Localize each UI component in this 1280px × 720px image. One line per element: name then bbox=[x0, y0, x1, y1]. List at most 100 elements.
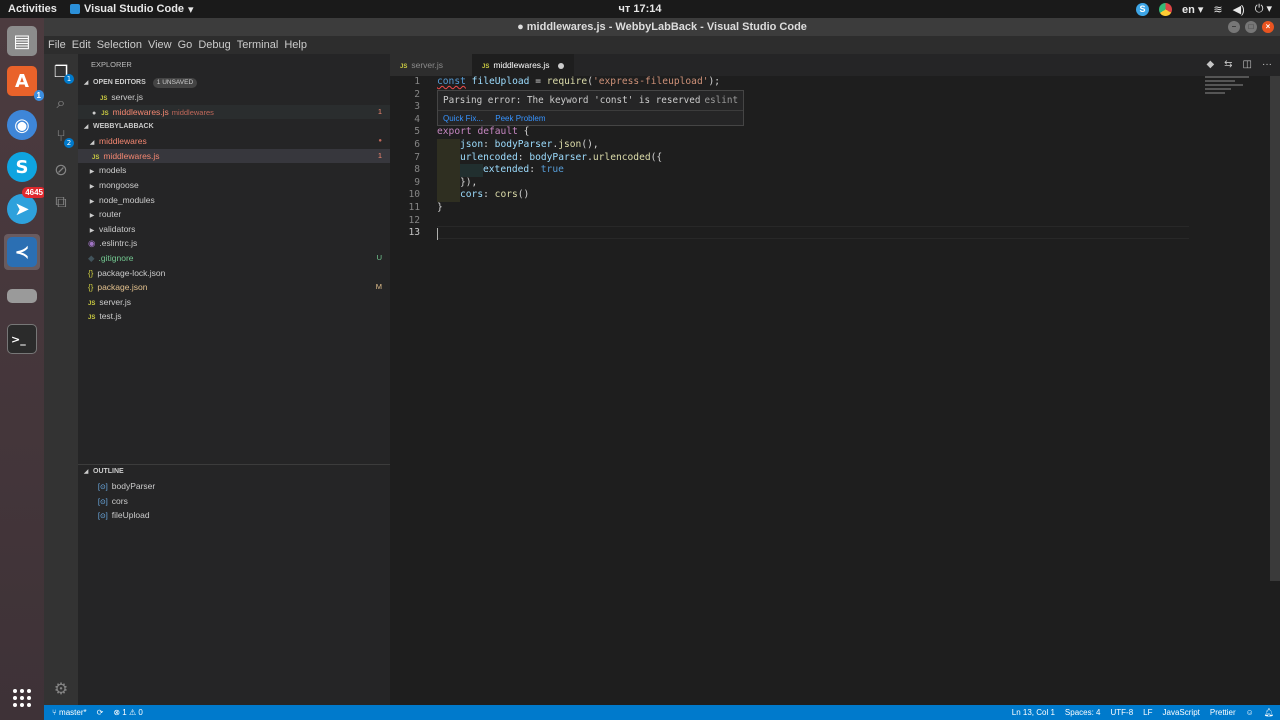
compare-icon[interactable]: ⇆ bbox=[1224, 59, 1232, 70]
hover-actions: Quick Fix... Peek Problem bbox=[438, 110, 743, 126]
menu-terminal[interactable]: Terminal bbox=[237, 39, 279, 51]
search-icon[interactable]: ⌕ bbox=[50, 92, 72, 114]
tree-file-eslintrc[interactable]: ◉ .eslintrc.js bbox=[78, 236, 390, 251]
source-control-icon[interactable]: ⑂ 2 bbox=[50, 124, 74, 148]
punctuation: }), bbox=[460, 176, 478, 188]
launcher-chromium[interactable]: ◉ bbox=[4, 107, 40, 143]
open-editors-header[interactable]: ◢ OPEN EDITORS 1 UNSAVED bbox=[78, 76, 390, 90]
launcher-terminal[interactable]: >_ bbox=[4, 321, 40, 357]
line-number: 2 bbox=[414, 88, 420, 100]
current-line-highlight bbox=[437, 226, 1189, 239]
project-header[interactable]: ◢ WEBBYLABBACK bbox=[78, 120, 390, 134]
menu-file[interactable]: File bbox=[48, 39, 66, 51]
cursor-position[interactable]: Ln 13, Col 1 bbox=[1012, 708, 1055, 717]
clock[interactable]: чт 17:14 bbox=[619, 3, 662, 15]
keyboard-language[interactable]: en ▾ bbox=[1182, 3, 1203, 16]
app-menu[interactable]: Visual Studio Code ▾ bbox=[70, 3, 194, 16]
settings-gear-icon[interactable]: ⚙ bbox=[50, 677, 72, 699]
tree-folder-mongoose[interactable]: ▶ mongoose bbox=[78, 178, 390, 193]
close-button[interactable]: × bbox=[1262, 21, 1274, 33]
volume-icon[interactable]: ◀) bbox=[1233, 3, 1245, 16]
punctuation: ); bbox=[708, 76, 721, 87]
skype-tray-icon[interactable]: S bbox=[1135, 2, 1149, 16]
menu-selection[interactable]: Selection bbox=[97, 39, 142, 51]
tree-file-server-js[interactable]: JS server.js bbox=[78, 295, 390, 310]
tree-folder-models[interactable]: ▶ models bbox=[78, 163, 390, 178]
error-source: eslint bbox=[704, 95, 739, 106]
tree-file-package-json[interactable]: {} package.json M bbox=[78, 280, 390, 295]
open-changes-icon[interactable]: ◆ bbox=[1206, 59, 1214, 70]
explorer-icon[interactable]: ❐ 1 bbox=[50, 60, 74, 84]
tree-folder-validators[interactable]: ▶ validators bbox=[78, 222, 390, 237]
notifications-icon[interactable]: 🔔︎ bbox=[1264, 708, 1274, 717]
wifi-icon[interactable]: ≋ bbox=[1213, 3, 1222, 16]
outline-header[interactable]: ◢ OUTLINE bbox=[78, 465, 390, 479]
tree-file-package-lock[interactable]: {} package-lock.json bbox=[78, 266, 390, 281]
menu-help[interactable]: Help bbox=[284, 39, 307, 51]
js-file-icon: JS bbox=[92, 154, 100, 161]
indent-guide bbox=[437, 151, 460, 165]
launcher-telegram[interactable]: ➤ 4645 bbox=[4, 187, 46, 227]
end-of-line[interactable]: LF bbox=[1143, 708, 1152, 717]
tree-file-test-js[interactable]: JS test.js bbox=[78, 309, 390, 324]
menu-debug[interactable]: Debug bbox=[198, 39, 230, 51]
tree-file-gitignore[interactable]: ◆ .gitignore U bbox=[78, 251, 390, 266]
launcher-keyboard[interactable] bbox=[4, 278, 40, 314]
language-mode[interactable]: JavaScript bbox=[1163, 708, 1200, 717]
telegram-icon: ➤ bbox=[7, 194, 37, 224]
problems-status[interactable]: ⊗ 1 ⚠ 0 bbox=[113, 708, 142, 717]
menu-bar: File Edit Selection View Go Debug Termin… bbox=[44, 36, 1280, 54]
formatter-status[interactable]: Prettier bbox=[1210, 708, 1236, 717]
encoding[interactable]: UTF-8 bbox=[1111, 708, 1134, 717]
outline-item[interactable]: [⊙] fileUpload bbox=[78, 508, 390, 523]
maximize-button[interactable]: □ bbox=[1245, 21, 1257, 33]
outline-item[interactable]: [⊙] cors bbox=[78, 494, 390, 509]
property: extended bbox=[483, 164, 530, 176]
chrome-tray-icon[interactable] bbox=[1158, 2, 1172, 16]
modified-badge: M bbox=[375, 282, 382, 292]
code-editor[interactable]: 1 2 3 4 5 6 7 8 9 10 11 12 13 const file… bbox=[390, 76, 1280, 705]
outline-item[interactable]: [⊙] bodyParser bbox=[78, 479, 390, 494]
open-editor-item[interactable]: ● JS middlewares.js middlewares 1 bbox=[78, 104, 390, 120]
launcher-files[interactable]: ▤ bbox=[4, 23, 40, 59]
eslint-file-icon: ◉ bbox=[88, 238, 96, 249]
more-actions-icon[interactable]: ··· bbox=[1262, 59, 1272, 70]
debug-icon[interactable]: ⊘ bbox=[50, 158, 72, 180]
sync-icon[interactable]: ⟳ bbox=[97, 708, 104, 717]
tree-file-middlewares-js[interactable]: JS middlewares.js 1 bbox=[78, 148, 390, 164]
open-editors-label: OPEN EDITORS bbox=[93, 79, 146, 86]
vertical-scrollbar[interactable] bbox=[1270, 76, 1280, 581]
launcher-vscode[interactable]: ≺ bbox=[4, 234, 40, 270]
menu-view[interactable]: View bbox=[148, 39, 172, 51]
explorer-sidebar: EXPLORER ◢ OPEN EDITORS 1 UNSAVED JS serv… bbox=[78, 54, 390, 705]
keyword: const bbox=[437, 76, 466, 87]
power-icon[interactable]: ⏻ ▾ bbox=[1255, 2, 1272, 16]
tab-server-js[interactable]: JS server.js bbox=[390, 54, 472, 76]
tree-folder-router[interactable]: ▶ router bbox=[78, 207, 390, 222]
extensions-icon[interactable]: ⧉ bbox=[50, 191, 72, 213]
chevron-down-icon: ▾ bbox=[188, 3, 194, 16]
menu-go[interactable]: Go bbox=[178, 39, 193, 51]
peek-problem-link[interactable]: Peek Problem bbox=[495, 114, 545, 123]
minimize-button[interactable]: – bbox=[1228, 21, 1240, 33]
launcher-skype[interactable]: S bbox=[4, 149, 40, 185]
indentation[interactable]: Spaces: 4 bbox=[1065, 708, 1101, 717]
open-editor-item[interactable]: JS server.js bbox=[78, 90, 390, 105]
minimap[interactable] bbox=[1205, 76, 1265, 116]
code-line-5: export default { bbox=[437, 126, 529, 139]
show-applications[interactable] bbox=[4, 680, 40, 716]
tree-folder-middlewares[interactable]: ◢ middlewares ● bbox=[78, 134, 390, 149]
feedback-icon[interactable]: ☺ bbox=[1246, 708, 1254, 717]
activities-button[interactable]: Activities bbox=[0, 3, 62, 15]
unsaved-dot-icon[interactable] bbox=[557, 62, 564, 69]
tree-folder-node-modules[interactable]: ▶ node_modules bbox=[78, 193, 390, 208]
git-branch-status[interactable]: ⑂ master* bbox=[52, 708, 87, 717]
quick-fix-link[interactable]: Quick Fix... bbox=[443, 114, 483, 123]
launcher-software[interactable]: A 1 bbox=[4, 63, 44, 101]
error-hover-popup: Parsing error: The keyword 'const' is re… bbox=[437, 90, 744, 126]
menu-edit[interactable]: Edit bbox=[72, 39, 91, 51]
split-editor-icon[interactable]: ◫ bbox=[1243, 59, 1252, 70]
code-line-11: } bbox=[437, 202, 443, 215]
js-file-icon: JS bbox=[100, 96, 108, 102]
tab-middlewares-js[interactable]: JS middlewares.js bbox=[472, 54, 574, 76]
